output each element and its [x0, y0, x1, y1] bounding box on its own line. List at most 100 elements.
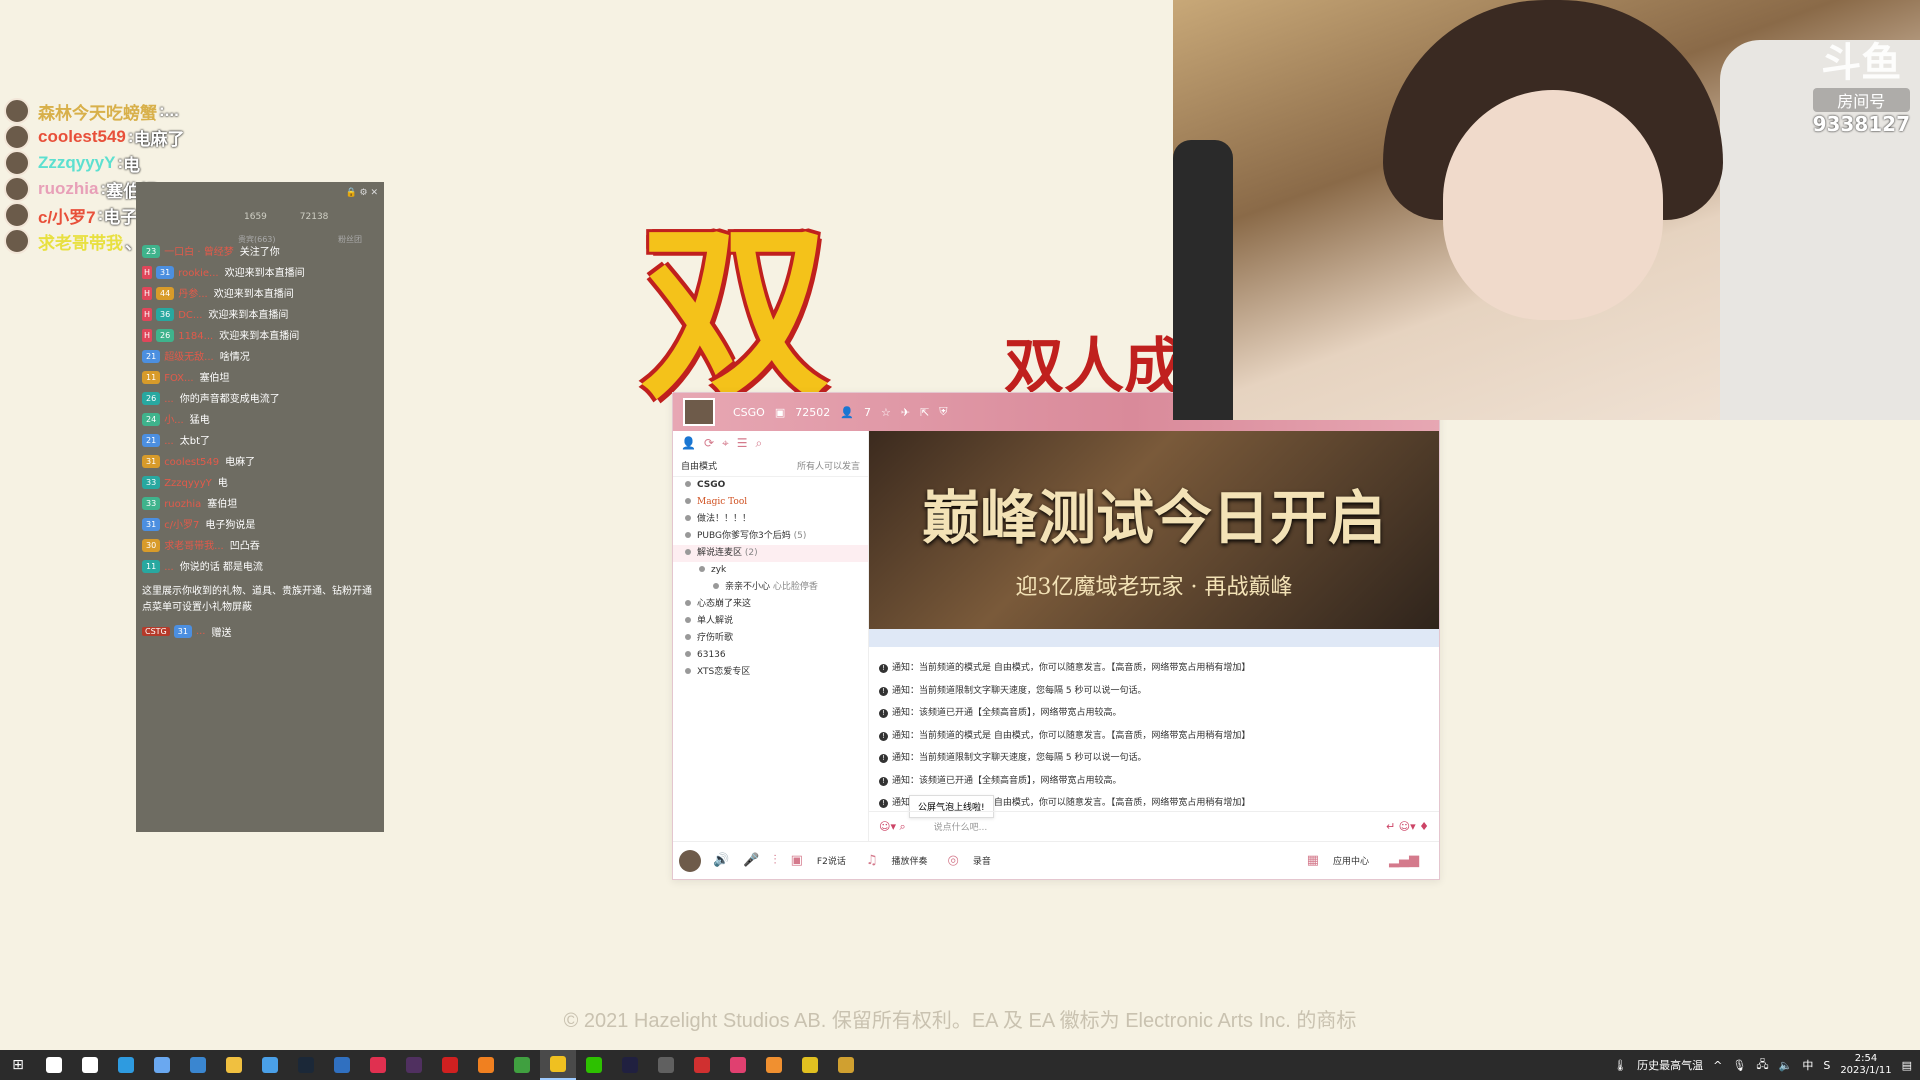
chat-username[interactable]: ... [164, 434, 174, 449]
search-icon[interactable] [36, 1050, 72, 1080]
ad-banner[interactable]: 巅峰测试今日开启 迎3亿魔域老玩家 · 再战巅峰 [869, 431, 1439, 629]
chat-text: 电 [217, 478, 228, 489]
browser-icon[interactable] [252, 1050, 288, 1080]
windows-start-icon[interactable]: ⊞ [0, 1050, 36, 1080]
panel-controls[interactable]: 🔒 ⚙ ✕ [345, 188, 378, 198]
notice-text: 通知：该频道已开通【全频高音质】，网络带宽占用较高。 [892, 708, 1122, 718]
clock[interactable]: 2:54 2023/1/11 [1840, 1053, 1891, 1077]
mail-icon[interactable] [180, 1050, 216, 1080]
app-red-icon[interactable] [360, 1050, 396, 1080]
chat-username[interactable]: DC... [178, 308, 202, 323]
refresh-icon[interactable]: ⟳ [704, 436, 714, 450]
self-avatar[interactable] [679, 849, 701, 872]
channel-item[interactable]: CSGO [673, 477, 868, 494]
chevron-up-icon[interactable]: ^ [1713, 1059, 1722, 1072]
search-icon[interactable]: ⌕ [756, 436, 763, 451]
mixer-icon[interactable]: ⫶ [773, 853, 776, 868]
explorer-icon[interactable] [216, 1050, 252, 1080]
store-icon[interactable] [144, 1050, 180, 1080]
fan-badge: 31 [142, 455, 161, 468]
app-blue-icon[interactable] [324, 1050, 360, 1080]
chat-username[interactable]: 丹参... [178, 287, 208, 302]
emoji-icon[interactable]: ☺▾ ⌕ [879, 820, 906, 834]
sogou-icon[interactable]: S [1823, 1059, 1830, 1072]
app-pink-icon[interactable] [720, 1050, 756, 1080]
chrome-icon[interactable] [504, 1050, 540, 1080]
channel-item[interactable]: XTS恋爱专区 [673, 664, 868, 681]
app-yellow-icon[interactable] [792, 1050, 828, 1080]
channel-item[interactable]: 做法！！！！ [673, 511, 868, 528]
app-dark-icon[interactable] [396, 1050, 432, 1080]
fan-badge: 21 [142, 350, 161, 363]
f2-talk-label[interactable]: F2说话 [817, 854, 846, 867]
location-icon[interactable]: ⌖ [722, 436, 729, 451]
channel-item[interactable]: PUBG你爹写你3个后妈 (5) [673, 528, 868, 545]
info-icon: ! [879, 799, 888, 808]
search-icon-glyph [46, 1057, 62, 1073]
chat-input[interactable]: 说点什么吧... [934, 820, 1386, 833]
chat-username[interactable]: c/小罗7 [164, 518, 199, 533]
app-orange2-icon[interactable] [756, 1050, 792, 1080]
netease-icon[interactable] [432, 1050, 468, 1080]
shield-icon[interactable]: ⛨ [939, 405, 947, 419]
chat-username[interactable]: ... [164, 392, 174, 407]
record-icon[interactable]: ◎ [948, 853, 959, 868]
taskview-icon[interactable] [72, 1050, 108, 1080]
mic-icon[interactable]: 🎤 [743, 853, 759, 868]
wechat-icon[interactable] [576, 1050, 612, 1080]
channel-item[interactable]: 63136 [673, 647, 868, 664]
chat-message: 33 ruozhia 塞伯坦 [136, 494, 384, 515]
chat-username[interactable]: ZzzqyyyY [164, 476, 212, 491]
channel-item[interactable]: 心态崩了来这 [673, 596, 868, 613]
app-center-label[interactable]: 应用中心 [1333, 854, 1369, 867]
music-icon[interactable]: ♫ [866, 853, 878, 868]
music-label[interactable]: 播放伴奏 [891, 854, 927, 867]
chat-username[interactable]: 超级无敌... [164, 350, 214, 365]
app-red2-icon[interactable] [684, 1050, 720, 1080]
chat-username[interactable]: ... [164, 560, 174, 575]
chat-username[interactable]: coolest549 [164, 455, 219, 470]
ime-indicator[interactable]: 中 [1802, 1057, 1813, 1073]
app-gray-icon[interactable] [648, 1050, 684, 1080]
edge-icon[interactable] [108, 1050, 144, 1080]
chat-username[interactable]: 1184... [178, 329, 213, 344]
chat-text: 猛电 [189, 415, 210, 426]
chat-username[interactable]: 求老哥带我... [164, 539, 224, 554]
channel-item[interactable]: 解说连麦区 (2) [673, 545, 868, 562]
share-icon[interactable]: ⇱ [920, 406, 929, 419]
se-icon[interactable] [612, 1050, 648, 1080]
send-icon[interactable]: ↵ ☺▾ ♦ [1386, 820, 1429, 833]
list-icon[interactable]: ☰ [737, 436, 748, 450]
chat-username[interactable]: ruozhia [164, 497, 201, 512]
gift-tip-line1: 这里展示你收到的礼物、道具、贵族开通、钻粉开通 [142, 586, 372, 597]
person-icon[interactable]: 👤 [681, 436, 696, 450]
chat-username[interactable]: FOX... [164, 371, 193, 386]
steam-icon[interactable] [288, 1050, 324, 1080]
speaker-icon[interactable]: 🔊 [713, 853, 729, 868]
plane-icon[interactable]: ✈ [901, 406, 910, 419]
panel-subtabs[interactable]: 贵宾(663) 粉丝团 [238, 234, 362, 245]
app-orange-icon[interactable] [468, 1050, 504, 1080]
channel-item[interactable]: 疗伤听歌 [673, 630, 868, 647]
network-icon[interactable]: 🖧 [1756, 1056, 1768, 1075]
channel-item[interactable]: 单人解说 [673, 613, 868, 630]
chat-username[interactable]: 一口白 · 曾经梦 [164, 245, 234, 260]
volume-icon[interactable]: 🔈 [1779, 1059, 1793, 1072]
chat-username[interactable]: 小... [164, 413, 184, 428]
vip-tab[interactable]: 贵宾(663) [238, 235, 276, 244]
record-label[interactable]: 录音 [973, 854, 991, 867]
yy-icon[interactable] [540, 1050, 576, 1080]
fans-tab[interactable]: 粉丝团 [338, 235, 362, 244]
star-icon[interactable]: ☆ [881, 406, 891, 419]
weather-text[interactable]: 历史最高气温 [1637, 1057, 1703, 1073]
channel-item[interactable]: Magic Tool [673, 494, 868, 511]
chat-username[interactable]: rookie... [178, 266, 218, 281]
screen-icon[interactable]: ▣ [791, 853, 803, 868]
app-grid-icon[interactable]: ▦ [1307, 853, 1319, 868]
channel-item[interactable]: zyk [673, 562, 868, 579]
mic-tray-icon[interactable]: 🎙 [1732, 1059, 1746, 1072]
notification-icon[interactable]: ▤ [1902, 1059, 1912, 1072]
gift-user[interactable]: ... [196, 626, 206, 637]
channel-item[interactable]: 亲亲不小心 心比脸停香 [673, 579, 868, 596]
game-icon[interactable] [828, 1050, 864, 1080]
